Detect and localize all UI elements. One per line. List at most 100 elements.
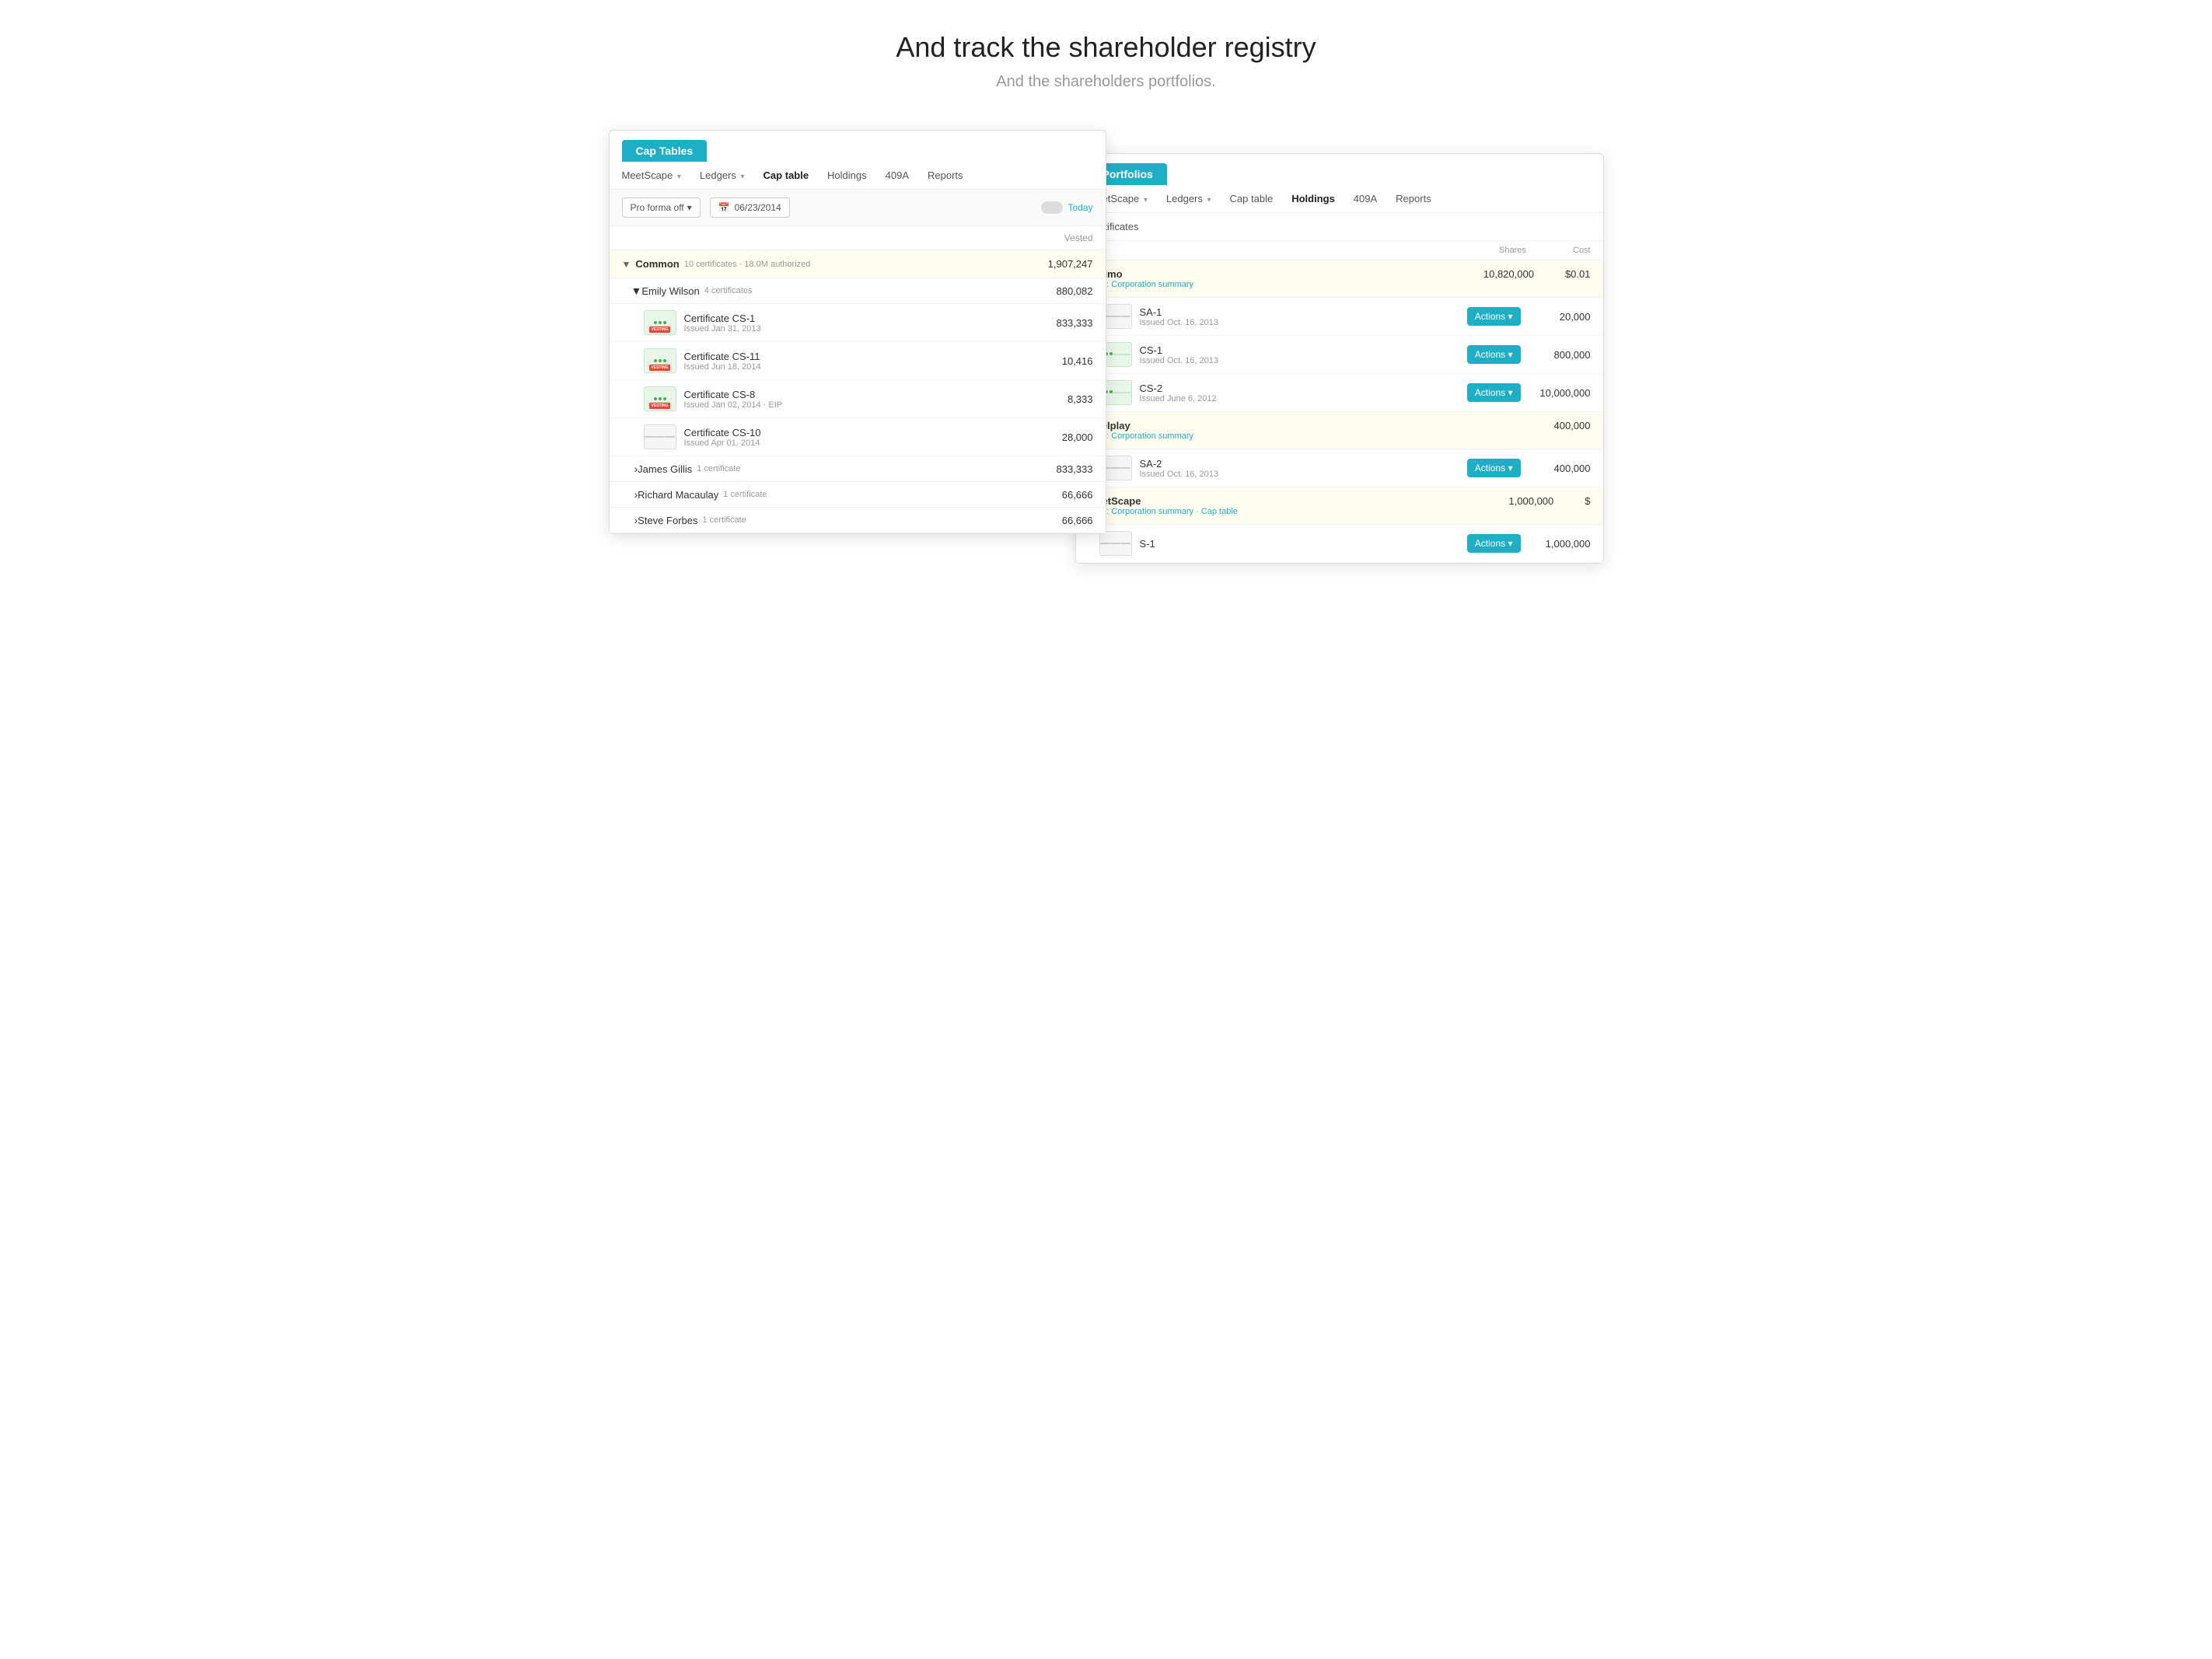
pro-forma-button[interactable]: Pro forma off ▾ [622, 197, 701, 218]
portfolios-title-bar: Portfolios [1076, 154, 1603, 185]
p-nav-holdings[interactable]: Holdings [1291, 193, 1335, 204]
emily-wilson-value: 880,082 [1057, 285, 1093, 297]
today-label: Today [1068, 202, 1092, 213]
cert-cs10-name: Certificate CS-10 [684, 427, 1062, 438]
cert-cs1-icon: VESTING [644, 310, 676, 335]
nav-holdings[interactable]: Holdings [827, 169, 867, 181]
duelplay-header: Duelplay View: Corporation summary 400,0… [1089, 420, 1591, 441]
sa2-name: SA-2 [1140, 458, 1459, 470]
s1-actions-button[interactable]: Actions ▾ [1467, 534, 1521, 553]
meetscape-link: View: Corporation summary · Cap table [1089, 507, 1238, 516]
cert-cs8-row: VESTING Certificate CS-8 Issued Jan 02, … [610, 380, 1106, 418]
cert-cs10-date: Issued Apr 01, 2014 [684, 438, 1062, 448]
cap-tables-toolbar: Pro forma off ▾ 📅 06/23/2014 Today [610, 190, 1106, 226]
cert-cs11-info: Certificate CS-11 Issued Jun 18, 2014 [684, 351, 1062, 372]
cert-cs11-date: Issued Jun 18, 2014 [684, 362, 1062, 372]
p-cs1-info: CS-1 Issued Oct. 16, 2013 [1140, 344, 1459, 365]
p-nav-ledgers[interactable]: Ledgers ▾ [1166, 193, 1211, 204]
p-nav-cap-table[interactable]: Cap table [1230, 193, 1274, 204]
expand-icon[interactable]: ▼ [631, 285, 642, 297]
p-nav-reports[interactable]: Reports [1396, 193, 1431, 204]
p-cs1-value: 800,000 [1529, 349, 1591, 361]
p-cs2-info: CS-2 Issued June 6, 2012 [1140, 382, 1459, 403]
nav-meetscape[interactable]: MeetScape ▾ [622, 169, 681, 181]
cert-cs10-info: Certificate CS-10 Issued Apr 01, 2014 [684, 427, 1062, 448]
sa2-value: 400,000 [1529, 463, 1591, 474]
today-toggle[interactable] [1041, 201, 1063, 214]
richard-macaulay-name: Richard Macaulay [638, 489, 718, 501]
nav-cap-table[interactable]: Cap table [764, 169, 809, 181]
nojimo-corp-summary-link[interactable]: Corporation summary [1111, 280, 1193, 289]
nojimo-cs2-row: CS-2 Issued June 6, 2012 Actions ▾ 10,00… [1076, 374, 1603, 412]
nojimo-sa1-row: SA-1 Issued Oct. 16, 2013 Actions ▾ 20,0… [1076, 298, 1603, 336]
expand-icon[interactable]: ▼ [622, 259, 631, 270]
cert-cs11-value: 10,416 [1062, 355, 1093, 367]
page-header: And track the shareholder registry And t… [0, 0, 2212, 114]
date-button[interactable]: 📅 06/23/2014 [710, 197, 790, 218]
cert-cs8-value: 8,333 [1068, 393, 1093, 405]
cert-cs10-row: Certificate CS-10 Issued Apr 01, 2014 28… [610, 418, 1106, 456]
cert-cs8-icon: VESTING [644, 386, 676, 411]
emily-wilson-meta: 4 certificates [704, 286, 753, 295]
cert-cs11-name: Certificate CS-11 [684, 351, 1062, 362]
p-cs1-date: Issued Oct. 16, 2013 [1140, 356, 1459, 365]
duelplay-corp-summary-link[interactable]: Corporation summary [1111, 431, 1193, 441]
nav-reports[interactable]: Reports [928, 169, 963, 181]
nav-409a[interactable]: 409A [886, 169, 909, 181]
meetscape-cap-table-link[interactable]: Cap table [1201, 507, 1238, 516]
screenshots-container: Cap Tables MeetScape ▾ Ledgers ▾ Cap tab… [0, 114, 2212, 595]
today-toggle-area[interactable]: Today [1041, 201, 1092, 214]
cap-tables-nav: MeetScape ▾ Ledgers ▾ Cap table Holdings… [610, 162, 1106, 190]
nojimo-total-cost: $0.01 [1565, 268, 1591, 280]
meetscape-corp-summary-link[interactable]: Corporation summary [1111, 507, 1193, 516]
cap-tables-content: Vested ▼ Common 10 certificates · 18.0M … [610, 226, 1106, 533]
cap-tables-title: Cap Tables [622, 140, 708, 162]
cert-cs11-row: VESTING Certificate CS-11 Issued Jun 18,… [610, 342, 1106, 380]
duelplay-totals: 400,000 [1554, 420, 1591, 431]
p-cs2-date: Issued June 6, 2012 [1140, 394, 1459, 403]
steve-forbes-meta: 1 certificate [703, 515, 746, 525]
cap-tables-title-bar: Cap Tables [610, 131, 1106, 162]
duelplay-total-shares: 400,000 [1554, 420, 1591, 431]
nojimo-total-shares: 10,820,000 [1483, 268, 1534, 280]
sa1-info: SA-1 Issued Oct. 16, 2013 [1140, 306, 1459, 327]
portfolios-table-header: Shares Cost [1076, 241, 1603, 260]
james-gillis-name: James Gillis [638, 463, 692, 475]
richard-macaulay-value: 66,666 [1062, 489, 1093, 501]
p-nav-409a[interactable]: 409A [1354, 193, 1377, 204]
emily-wilson-row: ▼ Emily Wilson 4 certificates 880,082 [610, 278, 1106, 304]
meetscape-company-row: MeetScape View: Corporation summary · Ca… [1076, 487, 1603, 525]
meetscape-total-shares: 1,000,000 [1508, 495, 1553, 507]
s1-info: S-1 [1140, 538, 1459, 550]
shares-header: Shares [1499, 246, 1526, 255]
cert-cs1-date: Issued Jan 31, 2013 [684, 324, 1057, 334]
cert-cs11-icon: VESTING [644, 348, 676, 373]
table-column-header: Vested [610, 226, 1106, 250]
chevron-down-icon: ▾ [687, 202, 692, 213]
cert-cs8-date: Issued Jan 02, 2014 · EIP [684, 400, 1068, 410]
richard-macaulay-meta: 1 certificate [723, 490, 767, 499]
pro-forma-label: Pro forma off [631, 202, 684, 213]
nav-ledgers[interactable]: Ledgers ▾ [700, 169, 745, 181]
nojimo-totals: 10,820,000 $0.01 [1483, 268, 1591, 280]
page-heading: And track the shareholder registry [16, 31, 2196, 64]
nojimo-company-row: Nojimo View: Corporation summary 10,820,… [1076, 260, 1603, 298]
portfolios-window: Portfolios MeetScape ▾ Ledgers ▾ Cap tab… [1075, 153, 1604, 564]
sa1-actions-button[interactable]: Actions ▾ [1467, 307, 1521, 326]
common-section-value: 1,907,247 [1048, 258, 1093, 270]
vested-header: Vested [1064, 232, 1093, 243]
sa1-value: 20,000 [1529, 311, 1591, 323]
p-cs1-actions-button[interactable]: Actions ▾ [1467, 345, 1521, 364]
richard-macaulay-row: › Richard Macaulay 1 certificate 66,666 [610, 482, 1106, 508]
sa2-date: Issued Oct. 16, 2013 [1140, 470, 1459, 479]
meetscape-s1-row: S-1 Actions ▾ 1,000,000 [1076, 525, 1603, 563]
cert-cs1-info: Certificate CS-1 Issued Jan 31, 2013 [684, 313, 1057, 334]
meetscape-totals: 1,000,000 $ [1508, 495, 1590, 507]
steve-forbes-name: Steve Forbes [638, 515, 697, 526]
calendar-icon: 📅 [718, 202, 730, 213]
nojimo-cs1-row: CS-1 Issued Oct. 16, 2013 Actions ▾ 800,… [1076, 336, 1603, 374]
sa2-actions-button[interactable]: Actions ▾ [1467, 459, 1521, 477]
cert-cs8-name: Certificate CS-8 [684, 389, 1068, 400]
portfolios-section-header: Certificates [1076, 213, 1603, 241]
p-cs2-actions-button[interactable]: Actions ▾ [1467, 383, 1521, 402]
